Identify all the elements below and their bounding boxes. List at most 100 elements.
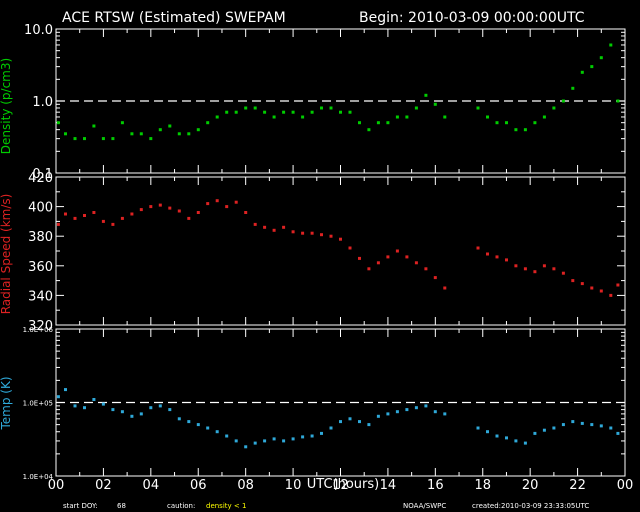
x-tick-label: 10 — [285, 478, 302, 493]
temp-data-point — [414, 406, 418, 410]
speed-data-point — [505, 258, 508, 262]
speed-data-point — [571, 279, 575, 283]
temp-data-point — [187, 420, 191, 424]
temp-data-point — [495, 434, 499, 438]
density-data-point — [101, 137, 105, 141]
speed-axis-label: Radial Speed (km/s) — [0, 194, 13, 315]
speed-data-point — [367, 267, 371, 271]
speed-data-point — [443, 286, 447, 290]
speed-data-point — [101, 219, 105, 223]
temp-data-point — [386, 412, 390, 416]
temp-data-point — [523, 441, 527, 445]
density-data-point — [206, 121, 210, 125]
speed-data-point — [320, 233, 323, 237]
temp-data-point — [253, 441, 257, 445]
density-data-point — [111, 137, 115, 141]
temp-data-point — [196, 423, 200, 427]
speed-data-point — [580, 282, 584, 286]
temp-data-point — [291, 437, 295, 441]
speed-data-point — [414, 261, 418, 265]
start-doy-value: 68 — [117, 502, 126, 510]
temp-data-point — [177, 417, 181, 421]
temp-data-point — [120, 410, 124, 414]
speed-data-point — [272, 228, 276, 232]
x-tick-label: 18 — [474, 478, 491, 493]
caution-value: density < 1 — [206, 502, 246, 510]
temp-data-point — [83, 406, 86, 410]
speed-data-point — [130, 212, 134, 216]
speed-data-point — [196, 211, 200, 214]
density-data-point — [139, 132, 143, 136]
density-data-point — [215, 115, 219, 119]
temp-data-point — [616, 431, 620, 435]
x-tick-label: 06 — [190, 478, 207, 493]
speed-data-point — [234, 200, 238, 204]
temp-ytick-label: 1.0E+06 — [23, 326, 54, 334]
speed-data-point — [149, 205, 153, 209]
temp-axis-label: Temp (K) — [0, 376, 13, 430]
temp-data-point — [234, 439, 238, 443]
density-data-point — [234, 110, 238, 114]
x-tick-label: 00 — [617, 478, 634, 493]
speed-data-point — [348, 246, 352, 250]
speed-data-point — [120, 216, 124, 220]
temp-data-point — [433, 410, 437, 414]
density-data-point — [505, 121, 508, 125]
density-data-point — [291, 110, 295, 114]
speed-data-point — [616, 283, 620, 287]
density-ytick-label: 10.0 — [24, 23, 53, 38]
speed-ytick-label: 340 — [28, 289, 53, 304]
temp-data-point — [367, 423, 371, 427]
speed-data-point — [83, 214, 86, 217]
temp-data-point — [348, 417, 352, 421]
temp-data-point — [130, 414, 134, 418]
density-data-point — [83, 137, 86, 141]
density-data-point — [542, 115, 546, 119]
speed-data-point — [590, 286, 594, 290]
density-data-point — [130, 132, 134, 136]
density-data-point — [590, 65, 594, 69]
density-data-point — [253, 106, 257, 110]
density-data-point — [92, 124, 96, 128]
speed-data-point — [263, 225, 267, 229]
speed-data-point — [56, 222, 60, 226]
created-timestamp: created:2010-03-09 23:33:05UTC — [472, 502, 589, 510]
density-data-point — [310, 110, 314, 114]
speed-data-point — [177, 209, 181, 213]
temp-data-point — [244, 445, 248, 449]
speed-data-point — [64, 212, 67, 216]
density-data-point — [386, 121, 390, 125]
speed-data-point — [395, 249, 399, 253]
density-data-point — [73, 137, 77, 141]
temp-data-point — [56, 395, 60, 399]
density-ytick-label: 1.0 — [32, 95, 53, 110]
x-tick-label: 08 — [237, 478, 254, 493]
speed-data-point — [244, 211, 248, 214]
temp-data-point — [149, 406, 153, 410]
temp-data-point — [505, 436, 508, 440]
x-tick-label: 04 — [143, 478, 160, 493]
density-data-point — [433, 102, 437, 106]
temp-data-point — [158, 404, 162, 408]
speed-ytick-label: 360 — [28, 260, 53, 275]
density-data-point — [329, 106, 333, 110]
temp-ytick-label: 1.0E+05 — [23, 400, 53, 408]
temp-data-point — [225, 434, 229, 438]
temp-data-point — [215, 430, 219, 434]
speed-data-point — [561, 271, 565, 275]
density-data-point — [514, 128, 518, 132]
temp-data-point — [590, 423, 594, 427]
density-data-point — [414, 106, 418, 110]
density-data-point — [424, 93, 428, 97]
density-data-point — [571, 86, 575, 90]
speed-data-point — [523, 267, 527, 271]
density-data-point — [244, 106, 248, 110]
begin-time: Begin: 2010-03-09 00:00:00UTC — [359, 10, 585, 26]
speed-data-point — [339, 237, 342, 241]
density-data-point — [616, 99, 620, 103]
temp-data-point — [358, 420, 361, 424]
speed-data-point — [552, 267, 556, 271]
speed-ytick-label: 380 — [28, 230, 53, 245]
swepam-chart: ACE RTSW (Estimated) SWEPAM Begin: 2010-… — [0, 0, 640, 512]
density-data-point — [339, 110, 342, 114]
